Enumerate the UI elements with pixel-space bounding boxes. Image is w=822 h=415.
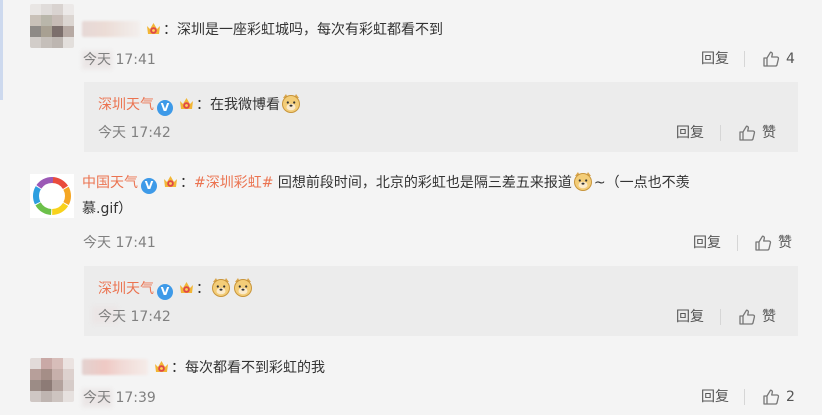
- comment-text: ：深圳是一座彩虹城吗，每次有彩虹都看不到: [163, 22, 443, 38]
- comment-body: 中国天气 V ：#深圳彩虹# 回想前段时间，北京的彩虹也是隔三差五来报道 ~（一点也不…: [82, 170, 782, 222]
- avatar[interactable]: [30, 4, 74, 48]
- member-crown-icon: [164, 176, 177, 187]
- reply-time: 今天 17:42: [98, 125, 171, 141]
- action-divider: [744, 51, 745, 67]
- doge-emoji-icon: [234, 278, 252, 297]
- reply-button[interactable]: 回复: [693, 233, 721, 253]
- comment-body: ：每次都看不到彩虹的我: [82, 357, 325, 379]
- member-crown-icon: [155, 361, 168, 372]
- avatar[interactable]: [30, 358, 74, 402]
- doge-emoji-icon: [212, 278, 230, 297]
- comment-text: ：每次都看不到彩虹的我: [171, 360, 325, 376]
- reply-button[interactable]: 回复: [701, 387, 729, 407]
- reply-body: 深圳天气 V ：: [98, 276, 254, 300]
- blurred-username[interactable]: [82, 21, 140, 37]
- like-button[interactable]: 赞: [754, 233, 792, 253]
- reply-time: 今天 17:42: [98, 309, 171, 325]
- comment-body: ：深圳是一座彩虹城吗，每次有彩虹都看不到: [82, 19, 443, 41]
- reply-text: ：在我微博看: [196, 97, 280, 113]
- action-divider: [720, 125, 721, 141]
- thread-left-rule: [0, 0, 3, 100]
- reply-box: 深圳天气 V ： 今天 17:42 回复 赞: [84, 266, 798, 336]
- like-label: 赞: [762, 125, 776, 141]
- thumbs-up-icon: [763, 51, 780, 67]
- doge-emoji-icon: [282, 94, 300, 113]
- like-label: 赞: [762, 309, 776, 325]
- member-crown-icon: [147, 23, 160, 34]
- action-divider: [744, 389, 745, 405]
- thumbs-up-icon: [739, 125, 756, 141]
- action-divider: [720, 309, 721, 325]
- verified-badge-icon: V: [157, 284, 173, 300]
- avatar[interactable]: [30, 174, 74, 218]
- reply-username[interactable]: 深圳天气: [98, 281, 154, 297]
- action-divider: [737, 235, 738, 251]
- like-button[interactable]: 赞: [738, 123, 776, 143]
- doge-emoji-icon: [573, 172, 592, 191]
- reply-text: ：: [196, 281, 210, 297]
- comment-text: 回想前段时间，北京的彩虹也是隔三差五来报道: [277, 175, 572, 191]
- thumbs-up-icon: [763, 389, 780, 405]
- thumbs-up-icon: [739, 309, 756, 325]
- verified-badge-icon: V: [157, 100, 173, 116]
- member-crown-icon: [180, 98, 193, 109]
- comment-text-line2: 慕.gif）: [82, 201, 133, 217]
- like-count: 4: [786, 51, 795, 67]
- comment-time: 今天 17:39: [83, 390, 156, 406]
- comment-time: 今天 17:41: [83, 235, 156, 251]
- china-weather-logo-icon: [33, 177, 71, 215]
- like-button[interactable]: 2: [762, 387, 795, 407]
- comment-text-tail: ~（一点也不羡: [593, 175, 690, 191]
- like-button[interactable]: 赞: [738, 307, 776, 327]
- thumbs-up-icon: [755, 235, 772, 251]
- verified-badge-icon: V: [141, 178, 157, 194]
- hashtag-link[interactable]: #深圳彩虹#: [194, 175, 273, 191]
- reply-button[interactable]: 回复: [676, 307, 704, 327]
- blurred-username[interactable]: [82, 359, 148, 375]
- comment-username[interactable]: 中国天气: [82, 175, 138, 191]
- reply-button[interactable]: 回复: [701, 49, 729, 69]
- like-count: 2: [786, 389, 795, 405]
- like-button[interactable]: 4: [762, 49, 795, 69]
- reply-button[interactable]: 回复: [676, 123, 704, 143]
- reply-body: 深圳天气 V ：在我微博看: [98, 92, 302, 116]
- member-crown-icon: [180, 282, 193, 293]
- reply-box: 深圳天气 V ：在我微博看 今天 17:42 回复 赞: [84, 82, 798, 152]
- like-label: 赞: [778, 235, 792, 251]
- reply-username[interactable]: 深圳天气: [98, 97, 154, 113]
- comment-time: 今天 17:41: [83, 52, 156, 68]
